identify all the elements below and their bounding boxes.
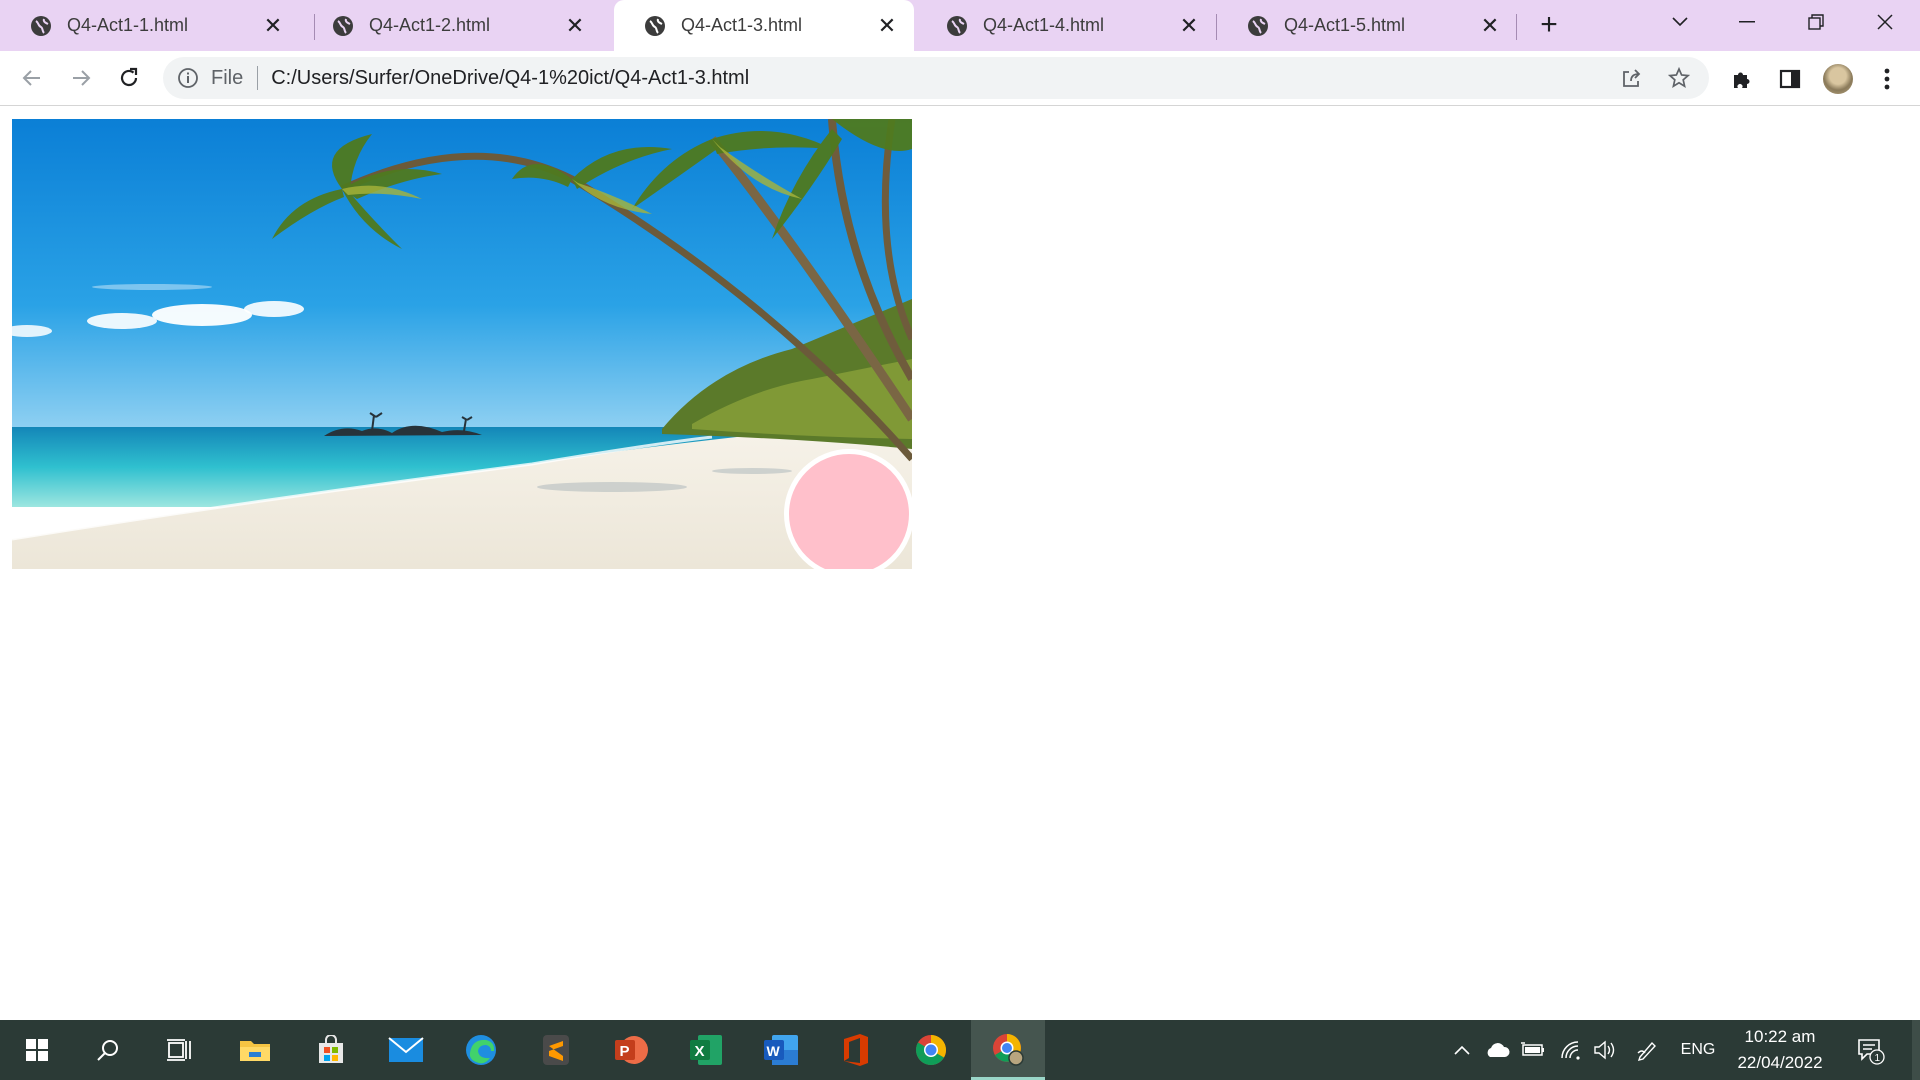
chrome-icon[interactable] [894,1020,968,1080]
menu-kebab-icon[interactable] [1869,61,1905,97]
tab-strip: Q4-Act1-1.html ✕ Q4-Act1-2.html ✕ Q4-Act… [0,0,1920,51]
tab-separator [1516,14,1517,40]
windows-taskbar: P X W ENG 10:22 am 22/04/2022 1 [0,1020,1920,1080]
tab-close-icon[interactable]: ✕ [1475,11,1505,41]
omnibox-divider [257,66,259,90]
tab-close-icon[interactable]: ✕ [872,11,902,41]
globe-icon [946,15,968,37]
back-button[interactable] [14,60,50,96]
tab-q4-act1-4[interactable]: Q4-Act1-4.html ✕ [916,0,1216,51]
close-window-button[interactable] [1855,0,1915,44]
chrome-profile-icon[interactable] [971,1020,1045,1080]
svg-text:P: P [620,1043,630,1060]
browser-toolbar: File C:/Users/Surfer/OneDrive/Q4-1%20ict… [0,51,1920,106]
notification-count: 1 [1875,1053,1881,1064]
globe-icon [30,15,52,37]
url-text[interactable]: C:/Users/Surfer/OneDrive/Q4-1%20ict/Q4-A… [271,67,1613,90]
tab-search-chevron-icon[interactable] [1650,0,1710,44]
office-icon[interactable] [819,1020,893,1080]
globe-icon [644,15,666,37]
minimize-button[interactable] [1717,0,1777,44]
tab-close-icon[interactable]: ✕ [560,11,590,41]
side-panel-icon[interactable] [1772,61,1808,97]
extensions-puzzle-icon[interactable] [1724,61,1760,97]
notifications-icon[interactable]: 1 [1840,1020,1900,1080]
word-icon[interactable]: W [744,1020,818,1080]
search-icon[interactable] [71,1020,145,1080]
clock[interactable]: 10:22 am 22/04/2022 [1725,1020,1835,1080]
beach-image [12,119,912,569]
svg-text:W: W [767,1043,781,1059]
clock-time: 10:22 am [1744,1027,1816,1046]
battery-icon[interactable] [1518,1020,1548,1080]
microsoft-store-icon[interactable] [294,1020,368,1080]
tab-close-icon[interactable]: ✕ [1174,11,1204,41]
wifi-icon[interactable] [1556,1020,1586,1080]
excel-icon[interactable]: X [669,1020,743,1080]
tab-title: Q4-Act1-2.html [369,15,491,35]
edge-icon[interactable] [444,1020,518,1080]
tab-title: Q4-Act1-3.html [681,15,803,35]
task-view-icon[interactable] [143,1020,217,1080]
globe-icon [1247,15,1269,37]
pen-workspace-icon[interactable] [1632,1020,1662,1080]
clock-date: 22/04/2022 [1737,1053,1823,1072]
tab-q4-act1-5[interactable]: Q4-Act1-5.html ✕ [1217,0,1517,51]
share-icon[interactable] [1613,60,1649,96]
tab-title: Q4-Act1-4.html [983,15,1105,35]
tab-title: Q4-Act1-1.html [67,15,189,35]
avatar [1823,64,1853,94]
volume-icon[interactable] [1590,1020,1620,1080]
tab-q4-act1-1[interactable]: Q4-Act1-1.html ✕ [0,0,300,51]
reload-button[interactable] [111,60,147,96]
show-hidden-icons-chevron-icon[interactable] [1448,1020,1476,1080]
globe-icon [332,15,354,37]
tab-close-icon[interactable]: ✕ [258,11,288,41]
pink-circle [784,449,912,569]
page-content [0,106,1920,1020]
address-bar[interactable]: File C:/Users/Surfer/OneDrive/Q4-1%20ict… [163,57,1709,99]
onedrive-cloud-icon[interactable] [1482,1020,1512,1080]
tab-q4-act1-2[interactable]: Q4-Act1-2.html ✕ [302,0,602,51]
show-desktop-button[interactable] [1912,1020,1920,1080]
profile-avatar[interactable] [1820,61,1856,97]
language-indicator[interactable]: ENG [1672,1020,1724,1080]
new-tab-button[interactable]: + [1532,8,1566,42]
bookmark-star-icon[interactable] [1661,60,1697,96]
powerpoint-icon[interactable]: P [594,1020,668,1080]
forward-button[interactable] [63,60,99,96]
restore-button[interactable] [1786,0,1846,44]
tab-title: Q4-Act1-5.html [1284,15,1406,35]
scheme-label: File [211,66,244,89]
file-explorer-icon[interactable] [218,1020,292,1080]
start-icon[interactable] [0,1020,74,1080]
tab-q4-act1-3[interactable]: Q4-Act1-3.html ✕ [614,0,914,51]
mail-icon[interactable] [369,1020,443,1080]
svg-text:X: X [695,1043,705,1060]
info-icon[interactable] [177,67,199,89]
sublime-text-icon[interactable] [519,1020,593,1080]
